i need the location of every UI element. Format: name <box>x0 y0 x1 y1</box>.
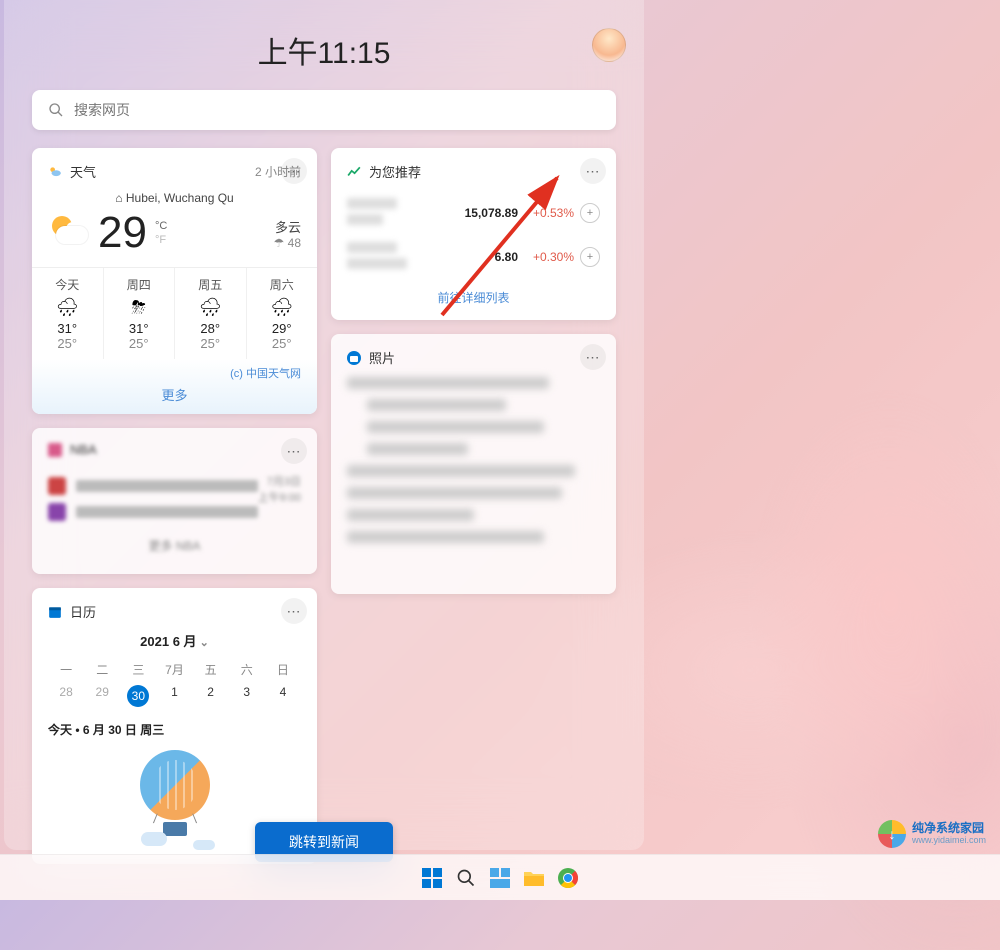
photos-more-menu[interactable] <box>580 344 606 370</box>
calendar-day[interactable]: 30 <box>120 681 156 711</box>
weather-icon <box>48 165 62 179</box>
nba-title: NBA <box>70 442 97 457</box>
nba-more-menu[interactable] <box>281 438 307 464</box>
watermark-logo-icon <box>878 820 906 848</box>
calendar-today-label: 今天 • 6 月 30 日 周三 <box>48 721 301 738</box>
forecast-day[interactable]: 周四⛈31°25° <box>104 268 176 359</box>
watermark: 纯净系统家园 www.yidaimei.com <box>878 820 986 848</box>
weather-attrib: (c) 中国天气网 <box>48 365 301 381</box>
forecast-day[interactable]: 今天🌧31°25° <box>32 268 104 359</box>
calendar-more-menu[interactable] <box>281 598 307 624</box>
calendar-month[interactable]: 2021 6 月 <box>48 631 301 650</box>
search-box[interactable] <box>32 90 616 130</box>
stock-row[interactable]: 6.80 +0.30% + <box>347 235 600 279</box>
calendar-title: 日历 <box>70 602 96 621</box>
balloon-illustration <box>135 750 215 850</box>
weather-card[interactable]: 天气 2 小时前 Hubei, Wuchang Qu 29 多云 ☂ 48 <box>32 148 317 414</box>
calendar-day[interactable]: 28 <box>48 681 84 711</box>
stocks-title: 为您推荐 <box>369 162 421 181</box>
taskbar <box>0 854 1000 900</box>
avatar[interactable] <box>592 28 626 62</box>
photos-icon <box>347 351 361 365</box>
add-stock-button[interactable]: + <box>580 247 600 267</box>
widgets-panel: 上午11:15 天气 2 小时前 Hubei, Wuchang Qu 29 <box>4 0 644 850</box>
forecast-row: 今天🌧31°25° 周四⛈31°25° 周五🌧28°25° 周六🌧29°25° <box>32 267 317 359</box>
photos-card[interactable]: 照片 <box>331 334 616 594</box>
add-stock-button[interactable]: + <box>580 203 600 223</box>
search-input[interactable] <box>74 102 600 118</box>
stock-row[interactable]: 15,078.89 +0.53% + <box>347 191 600 235</box>
nba-icon <box>48 443 62 457</box>
calendar-day[interactable]: 4 <box>265 681 301 711</box>
taskbar-chrome-button[interactable] <box>554 864 582 892</box>
calendar-day[interactable]: 1 <box>156 681 192 711</box>
weather-more-menu[interactable] <box>281 158 307 184</box>
forecast-day[interactable]: 周六🌧29°25° <box>247 268 318 359</box>
start-button[interactable] <box>418 864 446 892</box>
taskbar-explorer-button[interactable] <box>520 864 548 892</box>
weather-title: 天气 <box>70 162 96 181</box>
stocks-card[interactable]: 为您推荐 15,078.89 +0.53% + 6.80 +0.30% + 前往… <box>331 148 616 320</box>
search-icon <box>48 102 64 118</box>
calendar-day[interactable]: 3 <box>229 681 265 711</box>
nba-card[interactable]: NBA 7月3日上午9:00 更多 NBA <box>32 428 317 574</box>
calendar-day[interactable]: 29 <box>84 681 120 711</box>
weather-cond: 多云 <box>274 217 301 236</box>
weather-more-link[interactable]: 更多 <box>48 385 301 404</box>
clock: 上午11:15 <box>32 28 616 72</box>
weather-now-icon <box>48 212 90 254</box>
forecast-day[interactable]: 周五🌧28°25° <box>175 268 247 359</box>
stocks-detail-link[interactable]: 前往详细列表 <box>347 289 600 306</box>
nba-footer[interactable]: 更多 NBA <box>48 537 301 554</box>
photos-title: 照片 <box>369 348 395 367</box>
weather-extra: ☂ 48 <box>274 236 301 250</box>
taskbar-widgets-button[interactable] <box>486 864 514 892</box>
calendar-grid: 一二三7月五六日2829301234 <box>48 658 301 711</box>
taskbar-search-button[interactable] <box>452 864 480 892</box>
stocks-more-menu[interactable] <box>580 158 606 184</box>
calendar-icon <box>48 605 62 619</box>
stocks-icon <box>347 165 361 179</box>
weather-units[interactable] <box>155 219 167 248</box>
weather-location: Hubei, Wuchang Qu <box>48 191 301 205</box>
weather-temp: 29 <box>98 211 147 255</box>
calendar-day[interactable]: 2 <box>193 681 229 711</box>
